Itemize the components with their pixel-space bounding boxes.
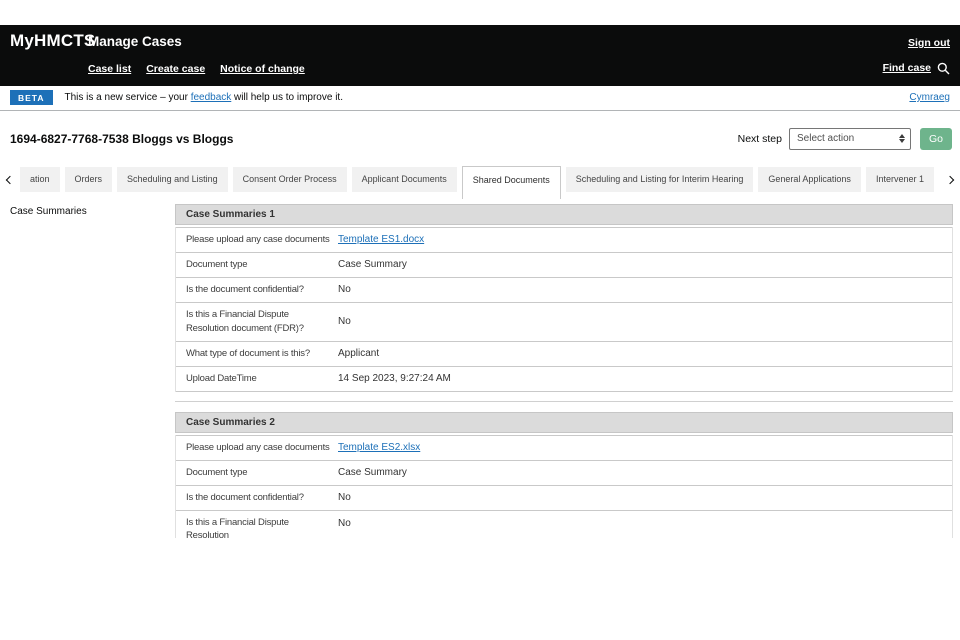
- tab-strip: ationOrdersScheduling and ListingConsent…: [20, 166, 934, 200]
- next-step-select-value: Select action: [797, 133, 899, 144]
- document-link[interactable]: Template ES2.xlsx: [338, 442, 420, 453]
- feedback-link[interactable]: feedback: [191, 92, 232, 103]
- field-value: Template ES2.xlsx: [338, 436, 952, 460]
- find-case-link[interactable]: Find case: [883, 62, 931, 74]
- field-label: Is this a Financial Dispute Resolution: [176, 511, 338, 538]
- tab-orders[interactable]: Orders: [65, 167, 113, 192]
- document-link[interactable]: Template ES1.docx: [338, 234, 424, 245]
- panel-title: Case Summaries 1: [175, 204, 953, 225]
- tab-consent-order-process[interactable]: Consent Order Process: [233, 167, 347, 192]
- field-label: Is the document confidential?: [176, 486, 338, 510]
- field-label: Is this a Financial Dispute Resolution d…: [176, 303, 338, 341]
- go-button[interactable]: Go: [920, 128, 952, 150]
- panel-divider: [175, 401, 953, 402]
- tab-intervener-1[interactable]: Intervener 1: [866, 167, 934, 192]
- language-link[interactable]: Cymraeg: [909, 92, 950, 103]
- table-row: Is the document confidential?No: [176, 278, 952, 303]
- tab-content: Case Summaries Case Summaries 1Please up…: [0, 200, 960, 538]
- table-row: Is this a Financial Dispute Resolution d…: [176, 303, 952, 342]
- select-spinner-icon: [899, 134, 905, 144]
- tab-general-applications[interactable]: General Applications: [758, 167, 861, 192]
- table-row: Is this a Financial Dispute ResolutionNo: [176, 511, 952, 538]
- beta-banner: BETA This is a new service – your feedba…: [0, 86, 960, 111]
- primary-nav: Case list Create case Notice of change: [88, 59, 320, 77]
- table-row: Is the document confidential?No: [176, 486, 952, 511]
- next-step-select[interactable]: Select action: [789, 128, 911, 150]
- table-row: Please upload any case documentsTemplate…: [176, 227, 952, 253]
- tab-shared-documents[interactable]: Shared Documents: [462, 166, 561, 199]
- field-value: Template ES1.docx: [338, 228, 952, 252]
- case-summary-panel: Case Summaries 2Please upload any case d…: [175, 412, 953, 538]
- field-value: No: [338, 278, 952, 302]
- field-value: Case Summary: [338, 461, 952, 485]
- field-value: No: [338, 486, 952, 510]
- table-row: Document typeCase Summary: [176, 461, 952, 486]
- tab-applicant-documents[interactable]: Applicant Documents: [352, 167, 457, 192]
- sign-out-link[interactable]: Sign out: [908, 37, 950, 49]
- panel-rows: Please upload any case documentsTemplate…: [175, 435, 953, 538]
- tab-scheduling-and-listing[interactable]: Scheduling and Listing: [117, 167, 228, 192]
- beta-text: This is a new service – your feedback wi…: [65, 92, 343, 103]
- table-row: What type of document is this?Applicant: [176, 342, 952, 367]
- next-step-label: Next step: [738, 133, 782, 145]
- field-value: 14 Sep 2023, 9:27:24 AM: [338, 367, 952, 391]
- table-row: Upload DateTime14 Sep 2023, 9:27:24 AM: [176, 367, 952, 392]
- search-icon[interactable]: [937, 62, 950, 75]
- app-title: MyHMCTS: [10, 31, 88, 51]
- service-title: Manage Cases: [88, 34, 182, 49]
- panel-rows: Please upload any case documentsTemplate…: [175, 227, 953, 392]
- field-label: Upload DateTime: [176, 367, 338, 391]
- case-header-bar: 1694-6827-7768-7538 Bloggs vs Bloggs Nex…: [0, 111, 960, 166]
- beta-text-after: will help us to improve it.: [231, 92, 343, 103]
- table-row: Document typeCase Summary: [176, 253, 952, 278]
- beta-badge: BETA: [10, 90, 53, 105]
- nav-create-case[interactable]: Create case: [146, 63, 205, 75]
- tab-scheduling-and-listing-for-interim-hearing[interactable]: Scheduling and Listing for Interim Heari…: [566, 167, 754, 192]
- tabs-scroll-right-button[interactable]: [943, 172, 957, 188]
- case-summary-panel: Case Summaries 1Please upload any case d…: [175, 204, 953, 392]
- field-value: No: [338, 310, 952, 334]
- nav-case-list[interactable]: Case list: [88, 63, 131, 75]
- field-label: Is the document confidential?: [176, 278, 338, 302]
- panel-title: Case Summaries 2: [175, 412, 953, 433]
- field-label: Please upload any case documents: [176, 436, 338, 460]
- tab-ation[interactable]: ation: [20, 167, 60, 192]
- tables-container: Case Summaries 1Please upload any case d…: [175, 204, 953, 538]
- next-step-controls: Next step Select action Go: [738, 128, 952, 150]
- table-row: Please upload any case documentsTemplate…: [176, 435, 952, 461]
- field-value: Applicant: [338, 342, 952, 366]
- section-label: Case Summaries: [10, 206, 87, 217]
- field-label: What type of document is this?: [176, 342, 338, 366]
- app-header: MyHMCTS Manage Cases Sign out Case listC…: [0, 25, 960, 86]
- field-label: Document type: [176, 461, 338, 485]
- chevron-right-icon: [946, 176, 954, 184]
- beta-text-before: This is a new service – your: [65, 92, 191, 103]
- nav-notice-of-change[interactable]: Notice of change: [220, 63, 305, 75]
- tabs-scroll-left-button[interactable]: [3, 172, 17, 188]
- field-value: No: [338, 512, 952, 536]
- page-top-gap: [0, 0, 960, 25]
- field-label: Please upload any case documents: [176, 228, 338, 252]
- field-value: Case Summary: [338, 253, 952, 277]
- case-reference-title: 1694-6827-7768-7538 Bloggs vs Bloggs: [10, 132, 233, 146]
- chevron-left-icon: [6, 176, 14, 184]
- field-label: Document type: [176, 253, 338, 277]
- case-tab-bar: ationOrdersScheduling and ListingConsent…: [0, 166, 960, 200]
